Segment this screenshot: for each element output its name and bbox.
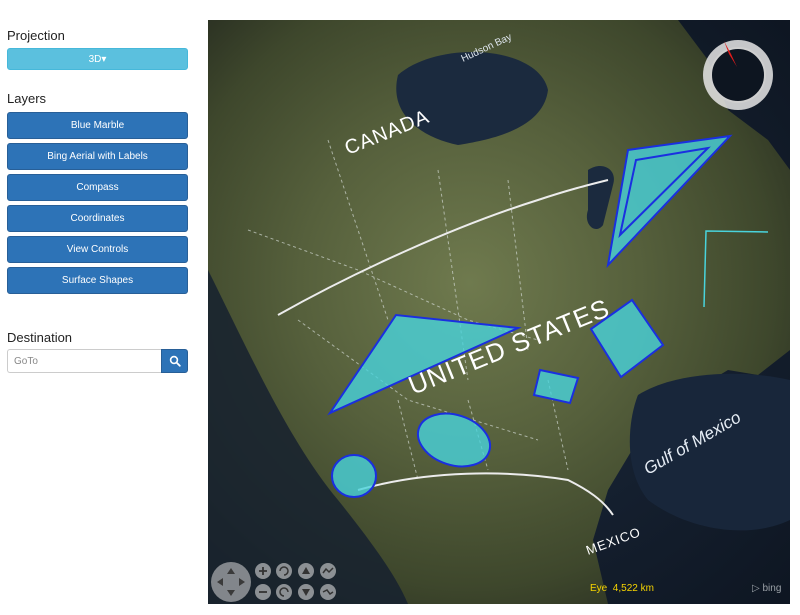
destination-title: Destination [7, 330, 73, 345]
bing-logo-icon: ▷ [752, 583, 760, 594]
compass[interactable] [703, 40, 773, 110]
layer-button-view-controls[interactable]: View Controls [7, 236, 188, 263]
exaggeration-up-button[interactable] [320, 563, 336, 579]
layer-button-bing-aerial[interactable]: Bing Aerial with Labels [7, 143, 188, 170]
projection-dropdown[interactable]: 3D▾ [7, 48, 188, 70]
layer-button-surface-shapes[interactable]: Surface Shapes [7, 267, 188, 294]
layer-button-compass[interactable]: Compass [7, 174, 188, 201]
eye-altitude-readout: Eye 4,522 km [590, 583, 654, 594]
bing-attribution: ▷ bing [752, 583, 781, 594]
globe-map: Hudson Bay CANADA UNITED STATES Gulf of … [208, 20, 790, 604]
surface-ellipse-southwest [331, 454, 377, 498]
goto-input[interactable] [7, 349, 161, 373]
tilt-down-button[interactable] [298, 584, 314, 600]
tilt-up-button[interactable] [298, 563, 314, 579]
layers-title: Layers [7, 91, 47, 106]
eye-label: Eye [590, 583, 608, 594]
exaggeration-down-button[interactable] [320, 584, 336, 600]
goto-group [7, 349, 188, 373]
layer-button-blue-marble[interactable]: Blue Marble [7, 112, 188, 139]
rotate-left-button[interactable] [276, 563, 292, 579]
eye-value: 4,522 km [612, 583, 654, 594]
pan-control[interactable] [211, 562, 251, 602]
zoom-in-button[interactable] [255, 563, 271, 579]
layer-button-coordinates[interactable]: Coordinates [7, 205, 188, 232]
rotate-right-button[interactable] [276, 584, 292, 600]
globe-canvas[interactable]: Hudson Bay CANADA UNITED STATES Gulf of … [208, 20, 790, 604]
search-icon [169, 355, 181, 367]
bing-text: bing [762, 583, 782, 594]
goto-search-button[interactable] [161, 349, 188, 373]
projection-title: Projection [7, 28, 65, 43]
zoom-out-button[interactable] [255, 584, 271, 600]
